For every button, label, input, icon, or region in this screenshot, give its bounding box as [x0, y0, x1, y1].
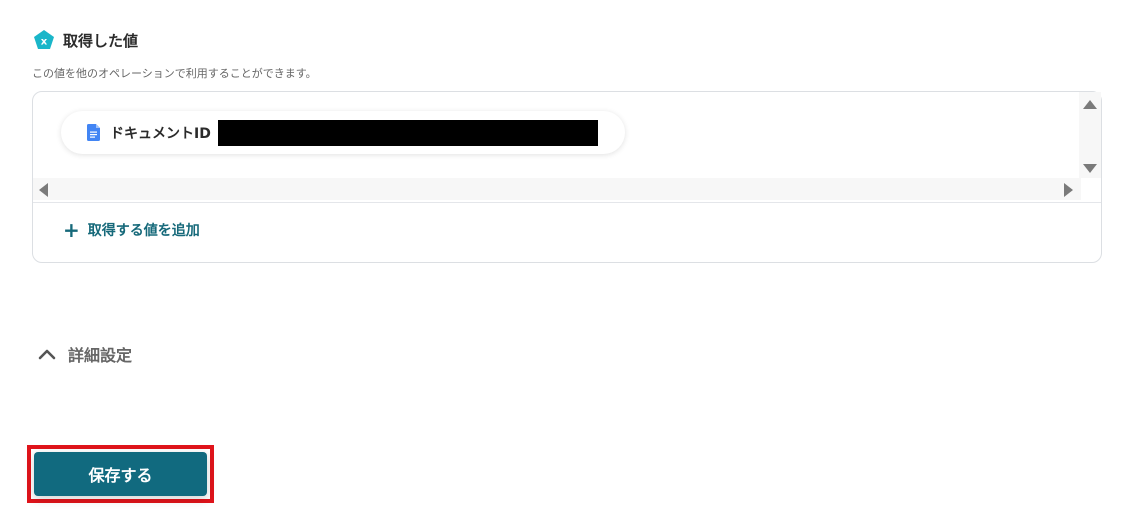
chevron-up-icon [38, 349, 56, 360]
advanced-settings-label: 詳細設定 [68, 346, 133, 365]
advanced-settings-toggle[interactable]: 詳細設定 [38, 342, 132, 366]
scroll-down-icon[interactable] [1083, 164, 1097, 173]
section-description: この値を他のオペレーションで利用することができます。 [32, 67, 317, 80]
acquired-values-card: ドキュメントID + 取得する値を追加 [32, 91, 1102, 263]
scroll-left-icon[interactable] [39, 183, 48, 197]
scroll-up-icon[interactable] [1083, 100, 1097, 109]
section-title: 取得した値 [63, 31, 139, 50]
yoom-badge-icon: x [34, 30, 54, 49]
horizontal-scrollbar[interactable] [33, 178, 1081, 200]
value-chip-label: ドキュメントID [110, 125, 211, 142]
add-value-label: 取得する値を追加 [87, 223, 200, 239]
scroll-right-icon[interactable] [1064, 183, 1073, 197]
add-value-button[interactable]: + 取得する値を追加 [63, 220, 200, 240]
plus-icon: + [63, 218, 80, 242]
save-button[interactable]: 保存する [34, 452, 207, 496]
values-scroll-area[interactable]: ドキュメントID [33, 92, 1101, 203]
svg-text:x: x [41, 37, 48, 48]
section-header: x 取得した値 [33, 29, 138, 51]
value-chip-document-id[interactable]: ドキュメントID [61, 111, 625, 154]
google-docs-icon [87, 124, 100, 141]
redacted-value [217, 119, 598, 146]
